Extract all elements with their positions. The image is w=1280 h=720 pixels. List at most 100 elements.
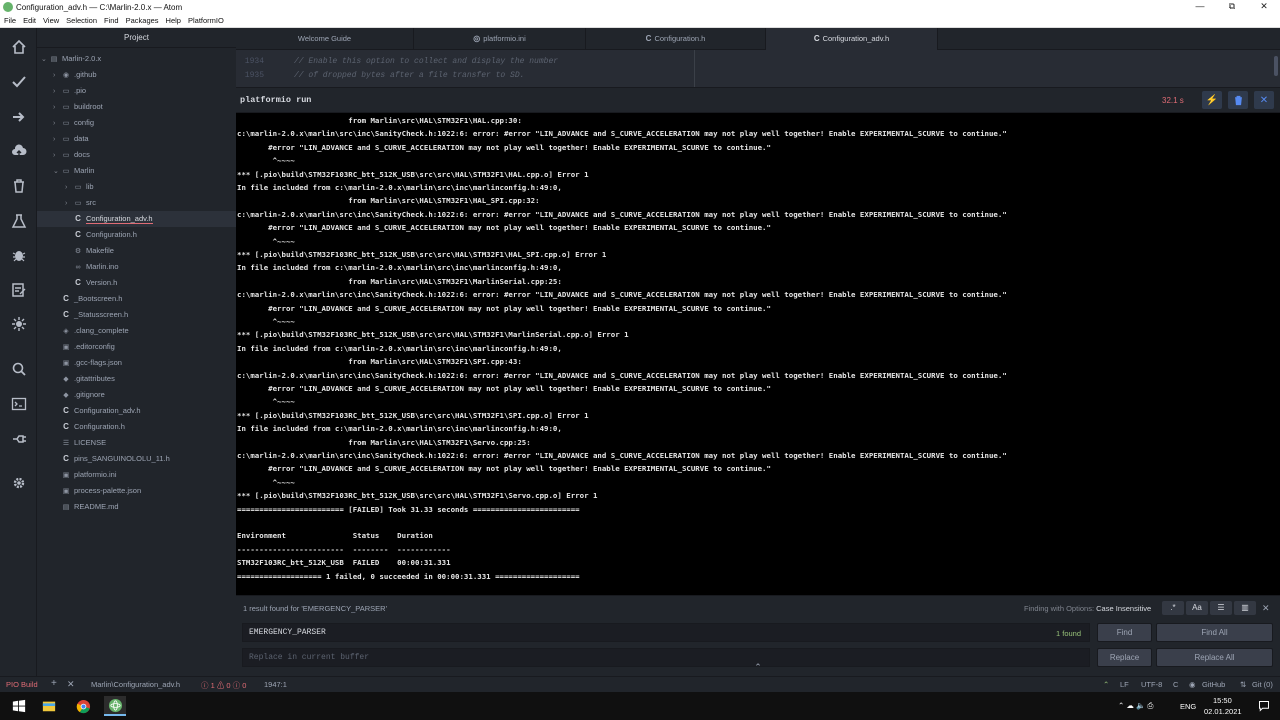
tree-item-file-configuration-h[interactable]: C Configuration.h: [37, 227, 236, 243]
windows-start-icon[interactable]: [8, 696, 30, 716]
menu-help[interactable]: Help: [166, 16, 181, 25]
menu-packages[interactable]: Packages: [126, 16, 159, 25]
menu-find[interactable]: Find: [104, 16, 119, 25]
menu-platformio[interactable]: PlatformIO: [188, 16, 224, 25]
case-sensitive-toggle-button[interactable]: Aa: [1186, 601, 1208, 615]
file-encoding[interactable]: UTF-8: [1141, 680, 1162, 689]
chevron-down-icon: ⌄: [53, 168, 59, 175]
trash-icon[interactable]: [0, 175, 37, 197]
terminal-line: #error "LIN_ADVANCE and S_CURVE_ACCELERA…: [237, 223, 771, 233]
upload-arrow-icon[interactable]: [0, 106, 37, 128]
maximize-button[interactable]: ⧉: [1216, 0, 1248, 14]
tree-item-folder-github[interactable]: › ◉ .github: [37, 67, 236, 83]
minimize-button[interactable]: —: [1184, 0, 1216, 14]
terminal-icon[interactable]: [0, 393, 37, 415]
replace-input[interactable]: Replace in current buffer: [242, 648, 1090, 667]
find-button[interactable]: Find: [1097, 623, 1152, 642]
code-editor[interactable]: 1934 // Enable this option to collect and…: [236, 50, 1280, 87]
c-file-icon: C: [63, 406, 69, 415]
close-window-button[interactable]: ✕: [1248, 0, 1280, 14]
whole-word-toggle-button[interactable]: ▥: [1234, 601, 1256, 615]
build-output-terminal[interactable]: from Marlin\src\HAL\STM32F1\HAL.cpp:30: c…: [236, 113, 1280, 595]
tree-item-folder-pio[interactable]: › ▭ .pio: [37, 83, 236, 99]
in-selection-toggle-button[interactable]: ☰: [1210, 601, 1232, 615]
tree-item-root-folder-marlin-2[interactable]: ⌄ ▤ Marlin-2.0.x: [37, 51, 236, 67]
tree-item-file-version-h[interactable]: C Version.h: [37, 275, 236, 291]
regex-toggle-button[interactable]: .*: [1162, 601, 1184, 615]
find-input[interactable]: EMERGENCY_PARSER: [242, 623, 1090, 642]
tree-item-file-gitignore[interactable]: ◆ .gitignore: [37, 387, 236, 403]
tree-item-folder-docs[interactable]: › ▭ docs: [37, 147, 236, 163]
folder-icon: ◉: [62, 72, 70, 79]
settings-gear-icon[interactable]: [0, 472, 37, 494]
clear-trash-icon[interactable]: [1228, 91, 1248, 109]
tree-item-file-statusscreen-h[interactable]: C _Statusscreen.h: [37, 307, 236, 323]
close-panel-icon[interactable]: ✕: [1254, 91, 1274, 109]
tree-item-folder-lib[interactable]: › ▭ lib: [37, 179, 236, 195]
tree-item-file-editorconfig[interactable]: ▣ .editorconfig: [37, 339, 236, 355]
menu-edit[interactable]: Edit: [23, 16, 36, 25]
github-label[interactable]: GitHub: [1202, 680, 1225, 689]
line-ending[interactable]: LF: [1120, 680, 1129, 689]
clock-time[interactable]: 15:50: [1213, 696, 1232, 705]
cursor-position[interactable]: 1947:1: [264, 680, 287, 689]
tree-item-file-process-palette-json[interactable]: ▣ process-palette.json: [37, 483, 236, 499]
tree-item-file-marlin-ino[interactable]: ∞ Marlin.ino: [37, 259, 236, 275]
folder-icon: ▭: [62, 120, 70, 127]
build-check-icon[interactable]: [0, 71, 37, 93]
debug-bug-icon[interactable]: [0, 244, 37, 266]
tree-item-file-configuration-adv-h-root[interactable]: C Configuration_adv.h: [37, 403, 236, 419]
tree-item-folder-marlin[interactable]: ⌄ ▭ Marlin: [37, 163, 236, 179]
clock-date[interactable]: 02.01.2021: [1204, 707, 1242, 716]
tree-item-file-configuration-h-root[interactable]: C Configuration.h: [37, 419, 236, 435]
serial-monitor-icon[interactable]: [0, 313, 37, 335]
lint-counts[interactable]: ⓘ 1 ⚠ 0 ⓘ 0: [201, 680, 246, 691]
terminal-line: In file included from c:\marlin-2.0.x\ma…: [237, 424, 562, 434]
tree-item-file-license[interactable]: ☰ LICENSE: [37, 435, 236, 451]
test-flask-icon[interactable]: [0, 210, 37, 232]
tree-item-file-bootscreen-h[interactable]: C _Bootscreen.h: [37, 291, 236, 307]
plug-icon[interactable]: [0, 427, 37, 449]
chrome-icon[interactable]: [72, 696, 94, 716]
close-find-icon[interactable]: ✕: [1262, 603, 1270, 614]
tree-item-file-readme-md[interactable]: ▤ README.md: [37, 499, 236, 515]
up-arrow-icon[interactable]: ⌃: [1103, 680, 1109, 689]
tree-item-file-gitattributes[interactable]: ◆ .gitattributes: [37, 371, 236, 387]
editor-scrollbar[interactable]: [1274, 56, 1278, 76]
tree-item-file-platformio-ini[interactable]: ▣ platformio.ini: [37, 467, 236, 483]
atom-taskbar-icon[interactable]: [104, 696, 126, 716]
tree-item-folder-buildroot[interactable]: › ▭ buildroot: [37, 99, 236, 115]
status-file-path[interactable]: Marlin\Configuration_adv.h: [91, 680, 180, 689]
input-language[interactable]: ENG: [1180, 702, 1196, 711]
tree-item-folder-data[interactable]: › ▭ data: [37, 131, 236, 147]
replace-button[interactable]: Replace: [1097, 648, 1152, 667]
tree-item-file-pins-sanguinololu[interactable]: Cpins_SANGUINOLOLU_11.h: [37, 451, 236, 467]
tree-item-file-clang-complete[interactable]: ◈ .clang_complete: [37, 323, 236, 339]
tree-item-folder-config[interactable]: › ▭ config: [37, 115, 236, 131]
system-tray-icons[interactable]: ⌃ ☁ 🔈 ⎙: [1118, 701, 1153, 711]
menu-selection[interactable]: Selection: [66, 16, 97, 25]
chevron-up-icon[interactable]: ⌃: [752, 662, 764, 672]
menu-view[interactable]: View: [43, 16, 59, 25]
search-icon[interactable]: [0, 358, 37, 380]
file-explorer-icon[interactable]: [38, 696, 60, 716]
tree-item-file-gcc-flags-json[interactable]: ▣ .gcc-flags.json: [37, 355, 236, 371]
cloud-upload-icon[interactable]: [0, 140, 37, 162]
home-icon[interactable]: [0, 36, 37, 58]
chevron-right-icon: ›: [53, 104, 56, 111]
notifications-icon[interactable]: [1254, 696, 1274, 716]
task-list-icon[interactable]: [0, 279, 37, 301]
tree-item-folder-src[interactable]: › ▭ src: [37, 195, 236, 211]
pio-build-label[interactable]: PIO Build: [6, 680, 38, 689]
build-time: 32.1 s: [1162, 96, 1184, 105]
replace-all-button[interactable]: Replace All: [1156, 648, 1273, 667]
git-status[interactable]: Git (0): [1252, 680, 1273, 689]
grammar-selector[interactable]: C: [1173, 680, 1178, 689]
tree-item-file-configuration-adv-h[interactable]: C Configuration_adv.h: [37, 211, 236, 227]
add-terminal-icon[interactable]: +: [51, 678, 57, 689]
find-all-button[interactable]: Find All: [1156, 623, 1273, 642]
tree-item-file-makefile[interactable]: ⚙ Makefile: [37, 243, 236, 259]
menu-file[interactable]: File: [4, 16, 16, 25]
close-terminal-icon[interactable]: ✕: [67, 679, 75, 690]
rerun-bolt-icon[interactable]: ⚡: [1202, 91, 1222, 109]
